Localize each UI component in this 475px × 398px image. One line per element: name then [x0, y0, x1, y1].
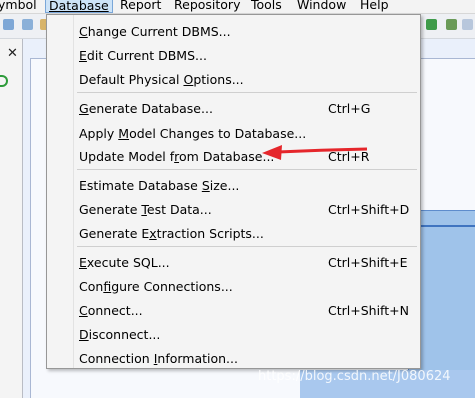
powerdesigner-window: ymbol Database Report Repository Tools W…	[0, 0, 475, 398]
menu-item-text-post: ptions...	[193, 72, 244, 87]
filter-icon[interactable]	[446, 19, 457, 30]
menu-item-text-post: om Database...	[179, 149, 275, 164]
menu-item-text-ul: S	[201, 178, 210, 193]
menu-tools[interactable]: Tools	[251, 0, 282, 13]
menu-item-text-post: traction Scripts...	[156, 226, 264, 241]
menu-item-label[interactable]: Generate Test Data...	[79, 201, 212, 219]
menu-item-label[interactable]: Generate Database...	[79, 100, 213, 118]
menu-item-text-post: dit Current DBMS...	[86, 48, 207, 63]
menu-item-label[interactable]: Connect...	[79, 302, 143, 320]
menu-item-label[interactable]: Update Model from Database...	[79, 148, 274, 166]
menu-item-text-ul: C	[79, 24, 88, 39]
menu-bar: ymbol Database Report Repository Tools W…	[0, 0, 475, 14]
database-menu: Change Current DBMS... Edit Current DBMS.…	[46, 14, 421, 369]
menu-separator	[77, 92, 417, 93]
menu-item-label[interactable]: Change Current DBMS...	[79, 23, 231, 41]
menu-item-shortcut: Ctrl+G	[328, 101, 371, 116]
menu-item-text-pre: Apply	[79, 126, 119, 141]
menu-item-text-post: ize...	[209, 178, 240, 193]
refresh-icon[interactable]	[0, 75, 8, 87]
menu-item-label[interactable]: Generate Extraction Scripts...	[79, 225, 264, 243]
menu-item-text-ul: E	[79, 48, 87, 63]
close-panel-icon[interactable]: ✕	[7, 46, 18, 61]
menu-separator	[77, 246, 417, 247]
menu-item-label[interactable]: Configure Connections...	[79, 278, 233, 296]
menu-item-text-post: onnect...	[87, 303, 143, 318]
menu-database-label: Database	[49, 0, 109, 13]
menu-item-label[interactable]: Apply Model Changes to Database...	[79, 125, 306, 143]
menu-item-text-pre: Update Model f	[79, 149, 175, 164]
menu-item-shortcut: Ctrl+Shift+D	[328, 202, 410, 217]
menu-window[interactable]: Window	[297, 0, 346, 13]
menu-item-text-ul: G	[79, 101, 89, 116]
menu-item-text-pre: Generate E	[79, 226, 150, 241]
menu-item-text-ul: E	[79, 255, 87, 270]
menu-item-text-post: nformation...	[157, 351, 238, 366]
menu-item-text-ul: O	[183, 72, 194, 87]
menu-item-text-post: odel Changes to Database...	[129, 126, 307, 141]
menu-gutter	[73, 15, 74, 368]
menu-item-text-post: isconnect...	[88, 327, 161, 342]
copy-icon[interactable]	[22, 19, 33, 30]
cut-icon[interactable]	[3, 19, 14, 30]
menu-item-text-post: est Data...	[146, 202, 212, 217]
menu-item-text-post: igure Connections...	[111, 279, 233, 294]
menu-item-shortcut: Ctrl+R	[328, 149, 370, 164]
menu-item-shortcut: Ctrl+Shift+E	[328, 255, 408, 270]
menu-separator	[77, 169, 417, 170]
menu-item-label[interactable]: Execute SQL...	[79, 254, 170, 272]
menu-item-text-ul: C	[79, 303, 88, 318]
menu-item-text-pre: Estimate Database	[79, 178, 202, 193]
browser-panel: ✕	[0, 39, 23, 398]
menu-item-text-ul: x	[149, 226, 157, 241]
menu-repository[interactable]: Repository	[174, 0, 240, 13]
watermark: https://blog.csdn.net/J080624	[258, 369, 451, 384]
menu-item-text-pre: Default Physical	[79, 72, 184, 87]
menu-item-text-post: hange Current DBMS...	[87, 24, 231, 39]
menu-item-text-post: enerate Database...	[88, 101, 213, 116]
menu-item-text-ul: f	[103, 279, 112, 294]
menu-symbol[interactable]: ymbol	[0, 0, 37, 13]
menu-item-label[interactable]: Disconnect...	[79, 326, 160, 344]
menu-report[interactable]: Report	[120, 0, 161, 13]
menu-item-label[interactable]: Edit Current DBMS...	[79, 47, 207, 65]
menu-item-text-ul: M	[118, 126, 130, 141]
menu-item-label[interactable]: Default Physical Options...	[79, 71, 244, 89]
menu-database[interactable]: Database	[45, 0, 113, 13]
menu-item-text-pre: Connection	[79, 351, 154, 366]
menu-item-label[interactable]: Connection Information...	[79, 350, 238, 368]
menu-item-shortcut: Ctrl+Shift+N	[328, 303, 409, 318]
menu-item-text-post: xecute SQL...	[86, 255, 170, 270]
menu-item-label[interactable]: Estimate Database Size...	[79, 177, 239, 195]
menu-item-text-pre: Con	[79, 279, 104, 294]
tree-icon[interactable]	[426, 19, 437, 30]
menu-help[interactable]: Help	[360, 0, 389, 13]
menu-item-text-pre: Generate	[79, 202, 142, 217]
menu-item-text-ul: D	[79, 327, 89, 342]
layout-icon[interactable]	[462, 19, 473, 30]
